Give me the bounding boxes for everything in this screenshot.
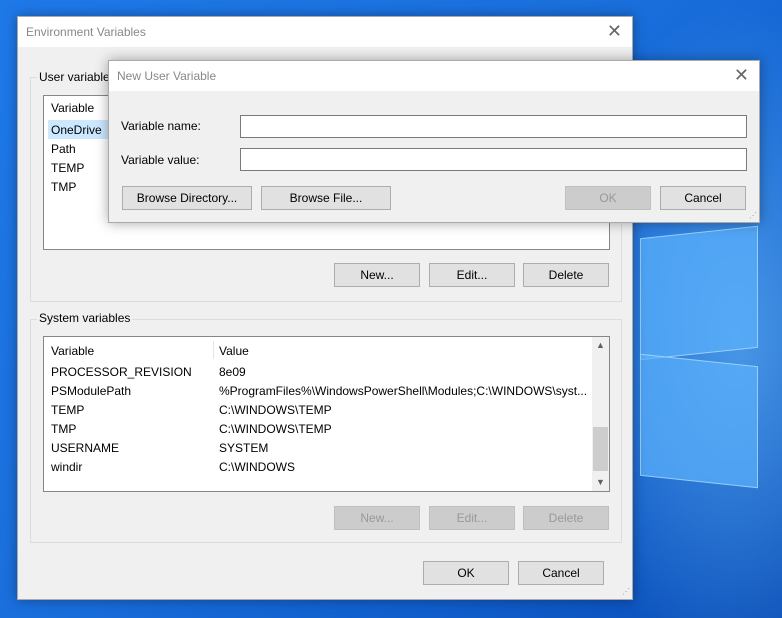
table-row[interactable]: windir C:\WINDOWS [44,457,593,476]
user-new-button[interactable]: New... [334,263,420,287]
column-header-value[interactable]: Value [219,344,249,358]
chevron-down-icon[interactable]: ▼ [592,474,609,491]
ok-button[interactable]: OK [423,561,509,585]
windows-logo-pane-top [640,225,758,361]
browse-directory-button[interactable]: Browse Directory... [122,186,252,210]
table-row[interactable]: TEMP C:\WINDOWS\TEMP [44,400,593,419]
close-icon[interactable]: ✕ [734,65,749,85]
variable-value-label: Variable value: [121,153,200,167]
variable-name: PSModulePath [51,384,132,398]
system-variables-label: System variables [37,311,133,325]
variable-value: SYSTEM [219,441,269,455]
user-delete-button[interactable]: Delete [523,263,609,287]
table-row[interactable]: USERNAME SYSTEM [44,438,593,457]
ok-button[interactable]: OK [565,186,651,210]
title-bar: Environment Variables ✕ [18,17,632,47]
variable-name: TEMP [51,161,85,175]
variable-value: C:\WINDOWS\TEMP [219,422,332,436]
user-variables-label: User variables [37,70,118,84]
list-header: Variable Value [44,337,609,359]
vertical-scrollbar[interactable]: ▲ ▼ [592,337,609,491]
browse-file-button[interactable]: Browse File... [261,186,391,210]
new-user-variable-dialog: New User Variable ✕ Variable name: Varia… [108,60,760,223]
windows-logo-pane-bottom [640,353,758,489]
variable-name: OneDrive [51,123,102,137]
column-header-variable[interactable]: Variable [51,101,94,115]
resize-grip-icon[interactable]: ⋰ [622,587,630,596]
title-bar: New User Variable ✕ [109,61,759,91]
variable-name: windir [51,460,83,474]
variable-value: %ProgramFiles%\WindowsPowerShell\Modules… [219,384,588,398]
variable-name-label: Variable name: [121,119,201,133]
scrollbar-thumb[interactable] [593,427,608,471]
user-edit-button[interactable]: Edit... [429,263,515,287]
resize-grip-icon[interactable]: ⋰ [749,211,757,220]
column-separator[interactable] [213,341,214,359]
column-header-variable[interactable]: Variable [51,344,94,358]
variable-value-field[interactable] [240,148,747,171]
table-row[interactable]: PSModulePath %ProgramFiles%\WindowsPower… [44,381,593,400]
system-variables-list[interactable]: Variable Value PROCESSOR_REVISION 8e09 P… [43,336,610,492]
table-row[interactable]: TMP C:\WINDOWS\TEMP [44,419,593,438]
variable-name: PROCESSOR_REVISION [51,365,192,379]
variable-name: USERNAME [51,441,120,455]
system-new-button[interactable]: New... [334,506,420,530]
variable-value: C:\WINDOWS\TEMP [219,403,332,417]
variable-value: C:\WINDOWS [219,460,295,474]
table-row[interactable]: PROCESSOR_REVISION 8e09 [44,362,593,381]
system-edit-button[interactable]: Edit... [429,506,515,530]
variable-name: Path [51,142,76,156]
dialog-title: Environment Variables [26,25,146,39]
variable-name: TMP [51,180,77,194]
cancel-button[interactable]: Cancel [660,186,746,210]
system-delete-button[interactable]: Delete [523,506,609,530]
close-icon[interactable]: ✕ [607,21,622,41]
variable-name: TMP [51,422,77,436]
variable-value: 8e09 [219,365,246,379]
variable-name-field[interactable] [240,115,747,138]
chevron-up-icon[interactable]: ▲ [592,337,609,354]
variable-name: TEMP [51,403,85,417]
cancel-button[interactable]: Cancel [518,561,604,585]
dialog-title: New User Variable [117,69,217,83]
